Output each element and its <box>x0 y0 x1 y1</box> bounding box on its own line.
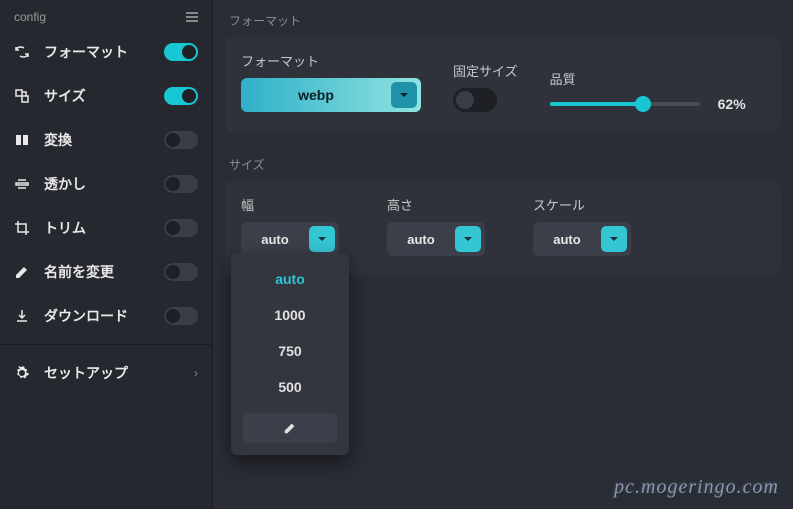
format-label: フォーマット <box>241 51 421 70</box>
section-title-size: サイズ <box>213 144 793 181</box>
sidebar-item-size[interactable]: サイズ <box>0 74 212 118</box>
main-content: フォーマット フォーマット webp 固定サイズ 品質 <box>213 0 793 509</box>
toggle-size[interactable] <box>164 87 198 105</box>
sidebar-item-trim[interactable]: トリム <box>0 206 212 250</box>
format-panel: フォーマット webp 固定サイズ 品質 <box>225 37 781 132</box>
fixed-size-label: 固定サイズ <box>453 61 518 80</box>
sidebar-item-label: ダウンロード <box>44 306 128 326</box>
chevron-down-icon <box>309 226 335 252</box>
sidebar-item-label: トリム <box>44 218 86 238</box>
scale-select[interactable]: auto <box>533 222 631 256</box>
quality-slider[interactable] <box>550 102 700 106</box>
dropdown-item-1000[interactable]: 1000 <box>231 297 349 333</box>
split-icon <box>14 132 30 148</box>
sidebar-header: config <box>0 0 212 30</box>
overlay-icon <box>14 176 30 192</box>
scale-value: auto <box>533 232 601 247</box>
width-label: 幅 <box>241 195 339 214</box>
sidebar-item-label: 透かし <box>44 174 86 194</box>
crop-icon <box>14 220 30 236</box>
chevron-down-icon <box>601 226 627 252</box>
resize-icon <box>14 88 30 104</box>
width-value: auto <box>241 232 309 247</box>
toggle-format[interactable] <box>164 43 198 61</box>
toggle-download[interactable] <box>164 307 198 325</box>
divider <box>0 344 212 345</box>
sidebar: config フォーマット サイズ <box>0 0 213 509</box>
gear-icon <box>14 365 30 381</box>
sidebar-title: config <box>14 10 46 24</box>
watermark-text: pc.mogeringo.com <box>614 476 779 499</box>
toggle-convert[interactable] <box>164 131 198 149</box>
sidebar-item-label: フォーマット <box>44 42 128 62</box>
sidebar-item-download[interactable]: ダウンロード <box>0 294 212 338</box>
section-title-format: フォーマット <box>213 0 793 37</box>
chevron-down-icon <box>391 82 417 108</box>
sidebar-item-label: サイズ <box>44 86 86 106</box>
toggle-watermark[interactable] <box>164 175 198 193</box>
quality-label: 品質 <box>550 69 765 88</box>
sidebar-item-setup[interactable]: セットアップ › <box>0 351 212 395</box>
height-select[interactable]: auto <box>387 222 485 256</box>
height-value: auto <box>387 232 455 247</box>
chevron-right-icon: › <box>194 366 198 380</box>
toggle-trim[interactable] <box>164 219 198 237</box>
width-select[interactable]: auto <box>241 222 339 256</box>
list-icon[interactable] <box>186 12 198 22</box>
sidebar-item-format[interactable]: フォーマット <box>0 30 212 74</box>
format-value: webp <box>241 87 391 103</box>
toggle-rename[interactable] <box>164 263 198 281</box>
fixed-size-toggle[interactable] <box>453 88 497 112</box>
slider-thumb[interactable] <box>635 96 651 112</box>
quality-percent: 62% <box>718 96 746 112</box>
width-dropdown: auto 1000 750 500 <box>231 253 349 455</box>
slider-fill <box>550 102 643 106</box>
download-icon <box>14 308 30 324</box>
sidebar-item-label: 名前を変更 <box>44 262 114 282</box>
height-label: 高さ <box>387 195 485 214</box>
scale-label: スケール <box>533 195 631 214</box>
sidebar-item-convert[interactable]: 変換 <box>0 118 212 162</box>
size-panel: 幅 auto 高さ auto <box>225 181 781 276</box>
dropdown-item-auto[interactable]: auto <box>231 261 349 297</box>
sidebar-item-watermark[interactable]: 透かし <box>0 162 212 206</box>
sidebar-item-label: セットアップ <box>44 363 128 383</box>
dropdown-edit-button[interactable] <box>243 413 337 443</box>
rename-icon <box>14 264 30 280</box>
sidebar-item-rename[interactable]: 名前を変更 <box>0 250 212 294</box>
sidebar-item-label: 変換 <box>44 130 72 150</box>
refresh-icon <box>14 44 30 60</box>
dropdown-item-750[interactable]: 750 <box>231 333 349 369</box>
dropdown-item-500[interactable]: 500 <box>231 369 349 405</box>
format-select[interactable]: webp <box>241 78 421 112</box>
chevron-down-icon <box>455 226 481 252</box>
